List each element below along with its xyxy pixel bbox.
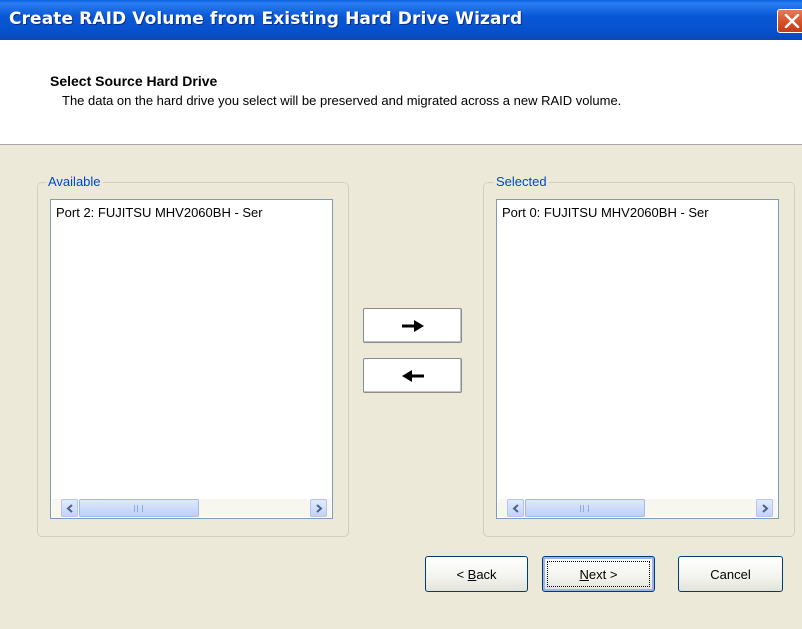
- chevron-right-icon: [762, 504, 769, 513]
- available-listbox[interactable]: Port 2: FUJITSU MHV2060BH - Ser: [50, 199, 333, 519]
- focus-rectangle: [547, 561, 650, 587]
- back-label: ack: [476, 566, 497, 582]
- available-horizontal-scrollbar[interactable]: [52, 499, 331, 517]
- window-title: Create RAID Volume from Existing Hard Dr…: [9, 9, 523, 29]
- available-label: Available: [46, 174, 103, 190]
- wizard-window: Create RAID Volume from Existing Hard Dr…: [0, 0, 802, 629]
- grip-icon: [580, 505, 589, 512]
- cancel-label: Cancel: [710, 566, 751, 582]
- cancel-button[interactable]: Cancel: [678, 556, 783, 592]
- selected-label: Selected: [494, 174, 549, 190]
- arrow-left-icon: [402, 370, 424, 382]
- back-prefix: <: [456, 566, 468, 582]
- title-bar[interactable]: Create RAID Volume from Existing Hard Dr…: [0, 0, 802, 40]
- close-icon: [784, 14, 800, 28]
- arrow-right-icon: [402, 320, 424, 332]
- back-button[interactable]: < Back: [425, 556, 528, 592]
- scroll-left-button[interactable]: [507, 499, 524, 517]
- close-button[interactable]: [777, 9, 802, 33]
- selected-list-item[interactable]: Port 0: FUJITSU MHV2060BH - Ser: [502, 205, 709, 220]
- wizard-header: Select Source Hard Drive The data on the…: [0, 40, 802, 145]
- scroll-left-button[interactable]: [61, 499, 78, 517]
- chevron-right-icon: [316, 504, 323, 513]
- page-title: Select Source Hard Drive: [50, 73, 218, 89]
- available-list-item[interactable]: Port 2: FUJITSU MHV2060BH - Ser: [56, 205, 263, 220]
- selected-horizontal-scrollbar[interactable]: [498, 499, 777, 517]
- selected-listbox[interactable]: Port 0: FUJITSU MHV2060BH - Ser: [496, 199, 779, 519]
- scroll-thumb[interactable]: [525, 499, 645, 517]
- back-mnemonic: B: [467, 566, 477, 582]
- scroll-right-button[interactable]: [310, 499, 327, 517]
- remove-drive-button[interactable]: [363, 358, 462, 393]
- chevron-left-icon: [66, 504, 73, 513]
- grip-icon: [134, 505, 143, 512]
- chevron-left-icon: [512, 504, 519, 513]
- add-drive-button[interactable]: [363, 308, 462, 343]
- scroll-thumb[interactable]: [79, 499, 199, 517]
- scroll-right-button[interactable]: [756, 499, 773, 517]
- next-button[interactable]: Next >: [542, 556, 655, 592]
- page-description: The data on the hard drive you select wi…: [62, 93, 622, 108]
